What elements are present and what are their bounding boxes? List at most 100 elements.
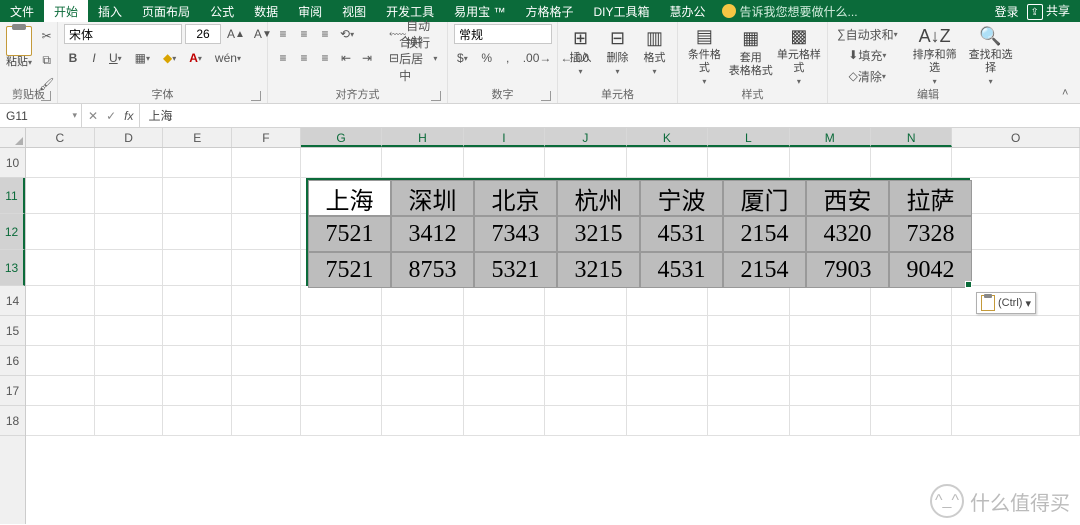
- fill-handle[interactable]: [965, 281, 972, 288]
- tab-insert[interactable]: 插入: [88, 0, 132, 22]
- italic-button[interactable]: I: [85, 48, 103, 68]
- find-select[interactable]: 🔍查找和选择▾: [965, 24, 1017, 86]
- row-header-13[interactable]: 13: [0, 250, 25, 286]
- fx-icon[interactable]: fx: [124, 109, 133, 123]
- underline-button[interactable]: U▾: [106, 48, 129, 68]
- col-header-G[interactable]: G: [301, 128, 382, 147]
- tab-view[interactable]: 视图: [332, 0, 376, 22]
- col-header-F[interactable]: F: [232, 128, 301, 147]
- accounting-button[interactable]: $▾: [454, 48, 475, 68]
- select-all-corner[interactable]: [0, 128, 26, 148]
- col-header-C[interactable]: C: [26, 128, 95, 147]
- increase-font[interactable]: A▲: [224, 24, 248, 44]
- col-header-N[interactable]: N: [871, 128, 952, 147]
- row-header-16[interactable]: 16: [0, 346, 25, 376]
- comma-button[interactable]: ,: [499, 48, 517, 68]
- row-header-18[interactable]: 18: [0, 406, 25, 436]
- data-cell[interactable]: 3412: [391, 216, 474, 252]
- data-cell[interactable]: 7521: [308, 216, 391, 252]
- orientation[interactable]: ⟲▾: [337, 24, 361, 44]
- data-cell[interactable]: 4320: [806, 216, 889, 252]
- data-cell[interactable]: 9042: [889, 252, 972, 288]
- row-header-15[interactable]: 15: [0, 316, 25, 346]
- merge-center[interactable]: ⊟ 合并后居中▾: [386, 48, 441, 68]
- font-name[interactable]: [64, 24, 182, 44]
- tab-addin2[interactable]: 方格格子: [515, 0, 583, 22]
- font-color-button[interactable]: A▾: [186, 48, 209, 68]
- tab-formula[interactable]: 公式: [200, 0, 244, 22]
- data-cell[interactable]: 4531: [640, 252, 723, 288]
- tab-addin4[interactable]: 慧办公: [660, 0, 716, 22]
- collapse-ribbon[interactable]: ˄: [1062, 87, 1074, 99]
- tab-addin1[interactable]: 易用宝 ™: [444, 0, 515, 22]
- align-mid[interactable]: ≡: [295, 24, 313, 44]
- indent-dec[interactable]: ⇤: [337, 48, 355, 68]
- clear-button[interactable]: ◇ 清除▾: [834, 66, 905, 86]
- data-cell[interactable]: 5321: [474, 252, 557, 288]
- row-header-10[interactable]: 10: [0, 148, 25, 178]
- row-header-14[interactable]: 14: [0, 286, 25, 316]
- data-cell[interactable]: 4531: [640, 216, 723, 252]
- autosum[interactable]: ∑ 自动求和▾: [834, 24, 905, 44]
- font-size[interactable]: [185, 24, 221, 44]
- format-cells[interactable]: ▥格式▾: [638, 24, 671, 86]
- cell-styles[interactable]: ▩单元格样式▾: [777, 24, 821, 86]
- formula-input[interactable]: 上海: [140, 104, 1080, 127]
- data-cell[interactable]: 7328: [889, 216, 972, 252]
- data-cell[interactable]: 2154: [723, 252, 806, 288]
- align-right[interactable]: ≡: [316, 48, 334, 68]
- tab-addin3[interactable]: DIY工具箱: [584, 0, 660, 22]
- tab-start[interactable]: 开始: [44, 0, 88, 22]
- data-cell[interactable]: 杭州: [557, 180, 640, 216]
- data-cell[interactable]: 2154: [723, 216, 806, 252]
- tell-me[interactable]: 告诉我您想要做什么...: [722, 0, 858, 22]
- delete-cells[interactable]: ⊟删除▾: [601, 24, 634, 86]
- sort-filter[interactable]: A↓Z排序和筛选▾: [909, 24, 961, 86]
- col-header-L[interactable]: L: [708, 128, 789, 147]
- border-button[interactable]: ▦▾: [132, 48, 157, 68]
- data-cell[interactable]: 8753: [391, 252, 474, 288]
- align-bot[interactable]: ≡: [316, 24, 334, 44]
- data-cell[interactable]: 北京: [474, 180, 557, 216]
- col-header-D[interactable]: D: [95, 128, 164, 147]
- col-header-K[interactable]: K: [627, 128, 708, 147]
- data-cell[interactable]: 宁波: [640, 180, 723, 216]
- login-link[interactable]: 登录: [995, 3, 1019, 20]
- share-button[interactable]: ⇪ 共享: [1027, 2, 1070, 21]
- data-cell[interactable]: 7343: [474, 216, 557, 252]
- cancel-formula[interactable]: ✕: [88, 109, 98, 123]
- row-header-11[interactable]: 11: [0, 178, 25, 214]
- col-header-H[interactable]: H: [382, 128, 463, 147]
- col-header-I[interactable]: I: [464, 128, 545, 147]
- row-header-12[interactable]: 12: [0, 214, 25, 250]
- insert-cells[interactable]: ⊞插入▾: [564, 24, 597, 86]
- col-header-O[interactable]: O: [952, 128, 1080, 147]
- inc-decimal[interactable]: .00→: [520, 48, 555, 68]
- indent-inc[interactable]: ⇥: [358, 48, 376, 68]
- row-headers[interactable]: 101112131415161718: [0, 148, 26, 524]
- col-header-M[interactable]: M: [790, 128, 871, 147]
- copy-button[interactable]: ⧉: [36, 50, 57, 70]
- column-headers[interactable]: CDEFGHIJKLMNO: [26, 128, 1080, 148]
- data-cell[interactable]: 3215: [557, 252, 640, 288]
- data-cell[interactable]: 7903: [806, 252, 889, 288]
- data-cell[interactable]: 拉萨: [889, 180, 972, 216]
- tab-file[interactable]: 文件: [0, 0, 44, 22]
- data-cell[interactable]: 3215: [557, 216, 640, 252]
- cond-format[interactable]: ▤条件格式▾: [684, 24, 725, 86]
- data-cell[interactable]: 厦门: [723, 180, 806, 216]
- paste-options-button[interactable]: (Ctrl)▾: [976, 292, 1036, 314]
- col-header-J[interactable]: J: [545, 128, 626, 147]
- confirm-formula[interactable]: ✓: [106, 109, 116, 123]
- fill-button[interactable]: ⬇ 填充▾: [834, 45, 905, 65]
- fill-color-button[interactable]: ◆▾: [160, 48, 183, 68]
- data-cell[interactable]: 深圳: [391, 180, 474, 216]
- phonetic-button[interactable]: wén▾: [212, 48, 248, 68]
- name-box[interactable]: G11▾: [0, 104, 82, 127]
- tab-data[interactable]: 数据: [244, 0, 288, 22]
- number-format[interactable]: [454, 24, 552, 44]
- tab-review[interactable]: 审阅: [288, 0, 332, 22]
- align-left[interactable]: ≡: [274, 48, 292, 68]
- col-header-E[interactable]: E: [163, 128, 232, 147]
- align-center[interactable]: ≡: [295, 48, 313, 68]
